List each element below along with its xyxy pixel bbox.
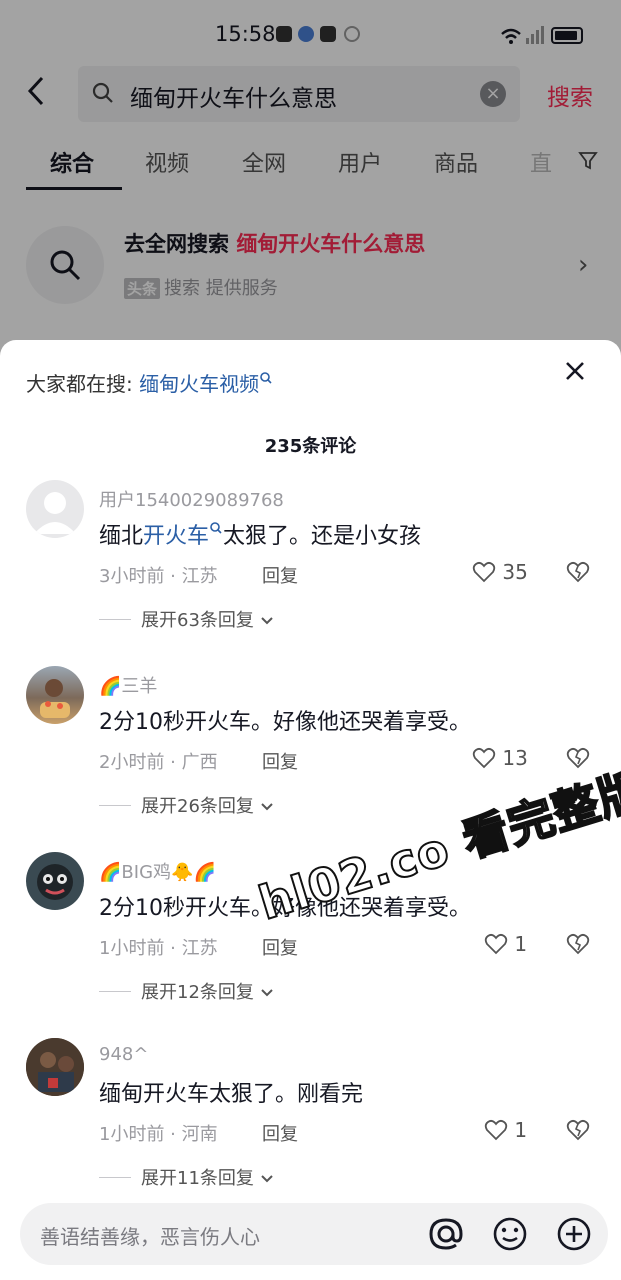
like-count: 35 [502, 560, 528, 584]
comment-text: 缅甸开火车太狠了。刚看完 [99, 1082, 364, 1107]
username-text: 三羊 [121, 676, 158, 697]
comment-meta: 3小时前 · 江苏 [99, 566, 218, 587]
expand-text: 展开12条回复 [141, 982, 254, 1003]
comment-time: 1小时前 [99, 1124, 165, 1145]
divider [99, 1177, 131, 1178]
broken-heart-icon[interactable] [566, 1118, 590, 1142]
expand-replies[interactable]: 展开63条回复 [99, 606, 274, 632]
comment-meta: 1小时前 · 河南 [99, 1124, 218, 1145]
avatar[interactable] [26, 480, 84, 538]
comment-count: 235条评论 [264, 436, 357, 457]
comment-text-part: 缅北 [99, 524, 144, 549]
avatar[interactable] [26, 852, 84, 910]
reply-button[interactable]: 回复 [262, 748, 298, 774]
emoji-icon[interactable] [492, 1216, 528, 1252]
mention-icon[interactable] [428, 1216, 464, 1252]
chevron-down-icon [260, 989, 273, 997]
expand-text: 展开11条回复 [141, 1168, 254, 1189]
suggest-link-text: 缅甸火车视频 [139, 372, 260, 396]
comment-location: 江苏 [181, 938, 218, 959]
comment-text: 2分10秒开火车。好像他还哭着享受。 [99, 710, 471, 735]
comment-location: 广西 [181, 752, 218, 773]
like-count: 1 [514, 1118, 528, 1142]
search-icon [210, 522, 222, 534]
rainbow-icon: 🌈 [99, 862, 122, 883]
comment-location: 河南 [181, 1124, 218, 1145]
search-icon [260, 372, 272, 384]
chevron-down-icon [260, 617, 273, 625]
add-icon[interactable] [556, 1216, 592, 1252]
username[interactable]: 948^ [99, 1044, 148, 1065]
rainbow-icon: 🌈 [99, 676, 122, 697]
expand-replies[interactable]: 展开26条回复 [99, 792, 274, 818]
username[interactable]: 🌈三羊 [99, 672, 157, 698]
username[interactable]: 用户1540029089768 [99, 486, 284, 512]
username-text: BIG鸡 [121, 862, 172, 883]
avatar-image [40, 679, 70, 718]
comment-input[interactable]: 善语结善缘，恶言伤人心 [20, 1203, 608, 1265]
username[interactable]: 🌈BIG鸡🐥🌈 [99, 858, 216, 884]
avatar-image [26, 1038, 84, 1096]
suggest-row: 大家都在搜: 缅甸火车视频 [26, 368, 273, 397]
comment-item: 用户1540029089768 缅北开火车 太狠了。还是小女孩 3小时前 · 江苏… [0, 480, 621, 660]
comment-meta: 1小时前 · 江苏 [99, 938, 218, 959]
keyword-link[interactable]: 开火车 [143, 522, 223, 549]
reply-button[interactable]: 回复 [262, 562, 298, 588]
avatar[interactable] [26, 1038, 84, 1096]
expand-text: 展开26条回复 [141, 796, 254, 817]
comment-text: 缅北开火车 太狠了。还是小女孩 [99, 518, 421, 550]
heart-icon [484, 933, 508, 955]
chevron-down-icon [260, 1175, 273, 1183]
default-avatar-icon [34, 492, 76, 534]
comment-time: 1小时前 [99, 938, 165, 959]
broken-heart-icon[interactable] [566, 560, 590, 584]
broken-heart-icon[interactable] [566, 932, 590, 956]
comment-location: 江苏 [181, 566, 218, 587]
divider [99, 619, 131, 620]
expand-replies[interactable]: 展开11条回复 [99, 1164, 274, 1190]
reply-button[interactable]: 回复 [262, 934, 298, 960]
keyword-link-text: 开火车 [143, 524, 210, 549]
like-button[interactable]: 1 [484, 1118, 527, 1142]
comment-text-part: 太狠了。还是小女孩 [223, 524, 422, 549]
heart-icon [484, 1119, 508, 1141]
like-button[interactable]: 35 [472, 560, 528, 584]
chevron-down-icon [260, 803, 273, 811]
comment-time: 3小时前 [99, 566, 165, 587]
suggest-link[interactable]: 缅甸火车视频 [139, 372, 273, 396]
expand-text: 展开63条回复 [141, 610, 254, 631]
like-button[interactable]: 1 [484, 932, 527, 956]
avatar-image [37, 864, 73, 900]
chick-icon: 🐥🌈 [171, 862, 216, 883]
comment-time: 2小时前 [99, 752, 165, 773]
expand-replies[interactable]: 展开12条回复 [99, 978, 274, 1004]
comment-meta: 2小时前 · 广西 [99, 752, 218, 773]
comment-input-placeholder: 善语结善缘，恶言伤人心 [40, 1225, 260, 1249]
divider [99, 991, 131, 992]
heart-icon [472, 561, 496, 583]
divider [99, 805, 131, 806]
like-count: 1 [514, 932, 528, 956]
reply-button[interactable]: 回复 [262, 1120, 298, 1146]
close-button[interactable] [562, 360, 588, 386]
suggest-label: 大家都在搜: [26, 372, 133, 396]
like-count: 13 [502, 746, 528, 770]
avatar[interactable] [26, 666, 84, 724]
comment-item: 948^ 缅甸开火车太狠了。刚看完 1小时前 · 河南 回复 1 展开11条回复 [0, 1038, 621, 1218]
like-button[interactable]: 13 [472, 746, 528, 770]
heart-icon [472, 747, 496, 769]
close-icon [566, 362, 584, 380]
